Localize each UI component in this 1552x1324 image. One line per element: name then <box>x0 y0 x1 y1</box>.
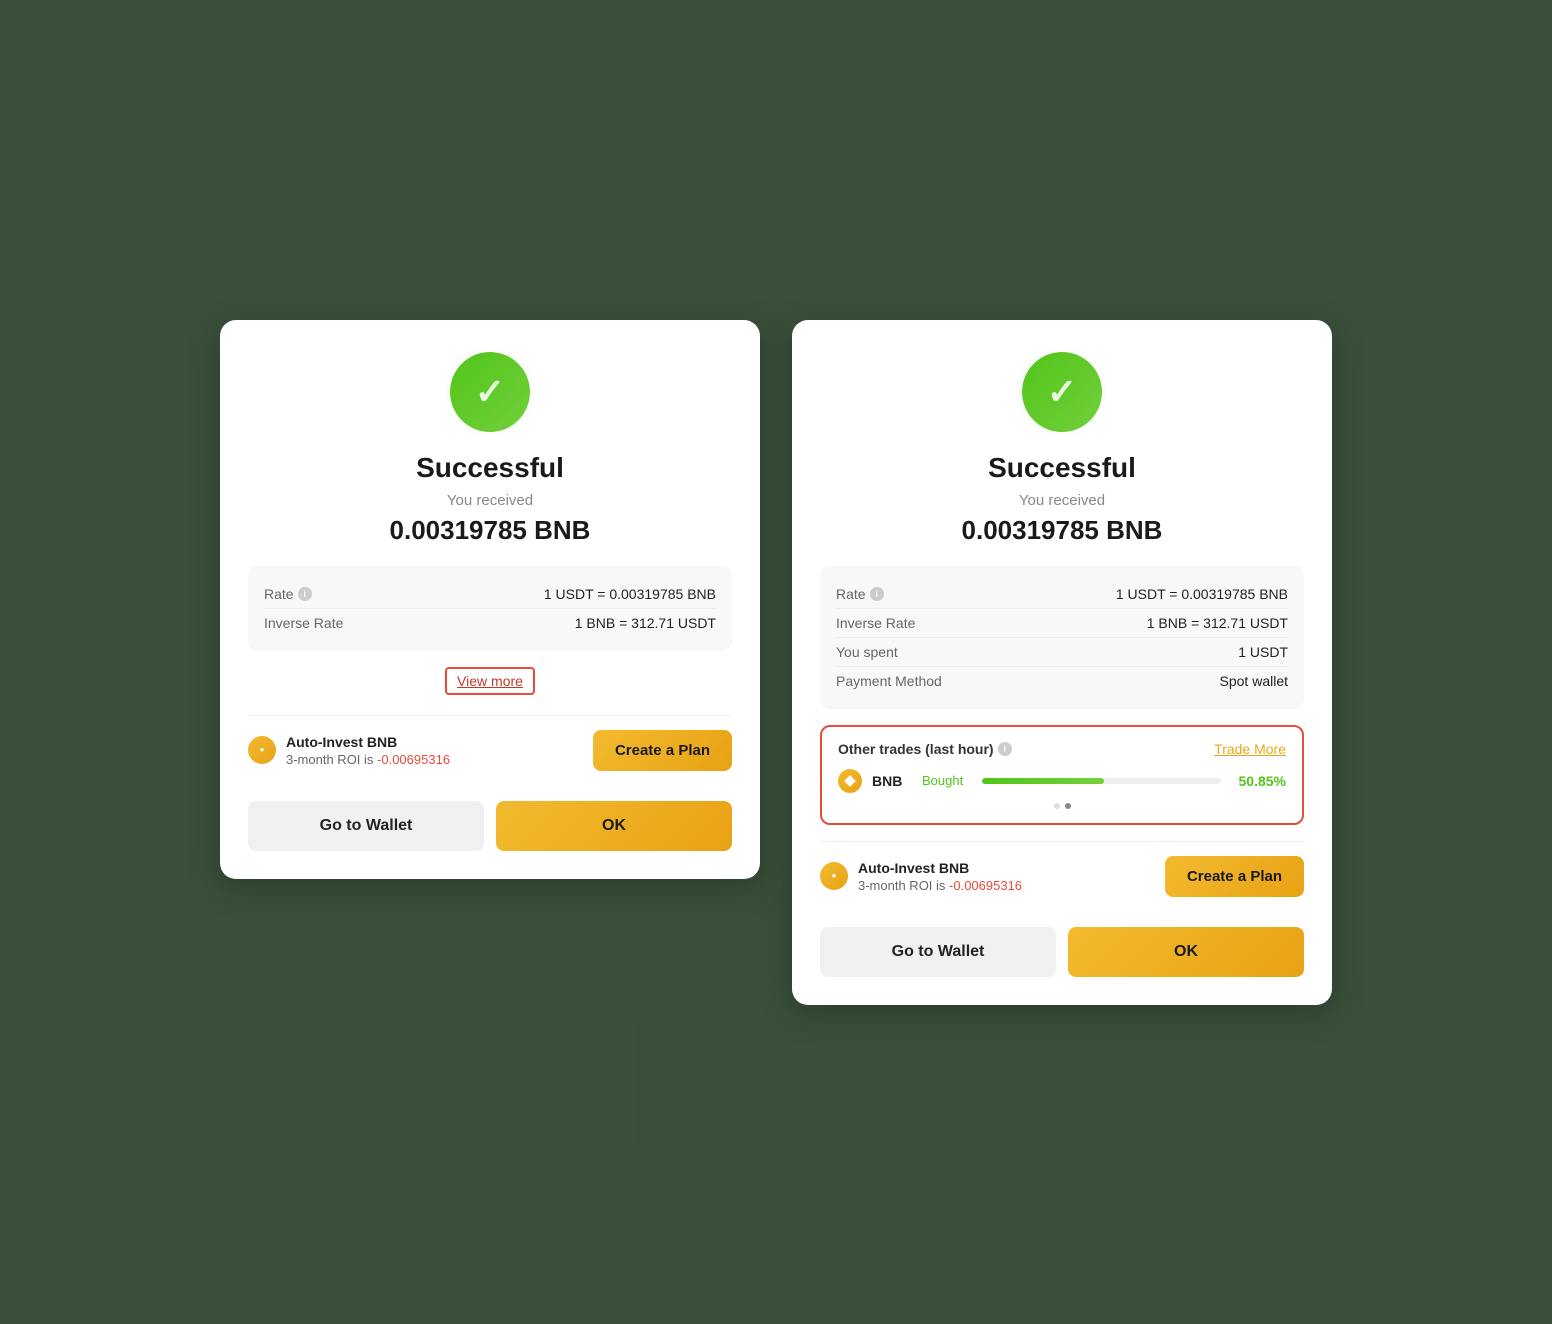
trade-ticker: BNB <box>872 773 912 789</box>
success-icon-wrapper-right: ✓ <box>820 352 1304 432</box>
auto-invest-info-right: ● Auto-Invest BNB 3-month ROI is -0.0069… <box>820 860 1022 893</box>
auto-invest-text-right: Auto-Invest BNB 3-month ROI is -0.006953… <box>858 860 1022 893</box>
inverse-rate-value: 1 BNB = 312.71 USDT <box>575 615 716 631</box>
success-icon-wrapper: ✓ <box>248 352 732 432</box>
create-plan-button-left[interactable]: Create a Plan <box>593 730 732 771</box>
detail-row-rate: Rate i 1 USDT = 0.00319785 BNB <box>264 580 716 608</box>
rate-label: Rate i <box>264 586 312 602</box>
rate-info-icon[interactable]: i <box>298 587 312 601</box>
auto-invest-roi-left: 3-month ROI is -0.00695316 <box>286 752 450 767</box>
auto-invest-coin-left: ● <box>248 736 276 764</box>
trade-status: Bought <box>922 773 972 788</box>
ok-button-right[interactable]: OK <box>1068 927 1304 977</box>
checkmark-icon: ✓ <box>475 371 505 413</box>
dialog-right-auto-invest: ● Auto-Invest BNB 3-month ROI is -0.0069… <box>820 841 1304 911</box>
auto-invest-roi-right: 3-month ROI is -0.00695316 <box>858 878 1022 893</box>
right-rate-info-icon[interactable]: i <box>870 587 884 601</box>
view-more-link[interactable]: View more <box>445 667 535 695</box>
create-plan-button-right[interactable]: Create a Plan <box>1165 856 1304 897</box>
dot-1 <box>1054 803 1060 809</box>
right-rate-value: 1 USDT = 0.00319785 BNB <box>1116 586 1288 602</box>
dialog-right-title: Successful <box>820 452 1304 484</box>
auto-invest-text-left: Auto-Invest BNB 3-month ROI is -0.006953… <box>286 734 450 767</box>
right-detail-row-spent: You spent 1 USDT <box>836 637 1288 666</box>
auto-invest-coin-right: ● <box>820 862 848 890</box>
auto-invest-title-left: Auto-Invest BNB <box>286 734 450 750</box>
right-spent-value: 1 USDT <box>1238 644 1288 660</box>
bnb-coin-icon <box>838 769 862 793</box>
dialog-left-details-table: Rate i 1 USDT = 0.00319785 BNB Inverse R… <box>248 566 732 651</box>
dialog-left-bottom-buttons: Go to Wallet OK <box>248 801 732 851</box>
dialog-right-bottom-buttons: Go to Wallet OK <box>820 927 1304 977</box>
dialog-right-received-label: You received <box>820 492 1304 509</box>
other-trades-label: Other trades (last hour) i <box>838 741 1012 757</box>
right-payment-value: Spot wallet <box>1220 673 1288 689</box>
ok-button-left[interactable]: OK <box>496 801 732 851</box>
right-detail-row-rate: Rate i 1 USDT = 0.00319785 BNB <box>836 580 1288 608</box>
checkmark-icon-right: ✓ <box>1047 371 1077 413</box>
dialog-left-received-amount: 0.00319785 BNB <box>248 515 732 546</box>
detail-row-inverse-rate: Inverse Rate 1 BNB = 312.71 USDT <box>264 608 716 637</box>
right-inverse-value: 1 BNB = 312.71 USDT <box>1147 615 1288 631</box>
right-spent-label: You spent <box>836 644 898 660</box>
other-trades-header: Other trades (last hour) i Trade More <box>838 741 1286 757</box>
trade-percent: 50.85% <box>1231 773 1286 789</box>
dialog-right: ✓ Successful You received 0.00319785 BNB… <box>792 320 1332 1005</box>
dialogs-container: ✓ Successful You received 0.00319785 BNB… <box>220 320 1332 1005</box>
success-circle: ✓ <box>450 352 530 432</box>
trade-more-link[interactable]: Trade More <box>1214 741 1286 757</box>
other-trades-info-icon[interactable]: i <box>998 742 1012 756</box>
trade-row-bnb: BNB Bought 50.85% <box>838 769 1286 793</box>
go-to-wallet-button-left[interactable]: Go to Wallet <box>248 801 484 851</box>
dialog-left-auto-invest: ● Auto-Invest BNB 3-month ROI is -0.0069… <box>248 715 732 785</box>
right-rate-label: Rate i <box>836 586 884 602</box>
go-to-wallet-button-right[interactable]: Go to Wallet <box>820 927 1056 977</box>
dialog-right-details-table: Rate i 1 USDT = 0.00319785 BNB Inverse R… <box>820 566 1304 709</box>
right-payment-label: Payment Method <box>836 673 942 689</box>
auto-invest-title-right: Auto-Invest BNB <box>858 860 1022 876</box>
inverse-rate-label: Inverse Rate <box>264 615 343 631</box>
progress-bar <box>982 778 1221 784</box>
progress-bar-fill <box>982 778 1104 784</box>
dot-2 <box>1065 803 1071 809</box>
right-inverse-label: Inverse Rate <box>836 615 915 631</box>
dialog-left-title: Successful <box>248 452 732 484</box>
rate-value: 1 USDT = 0.00319785 BNB <box>544 586 716 602</box>
dialog-left-received-label: You received <box>248 492 732 509</box>
dialog-left: ✓ Successful You received 0.00319785 BNB… <box>220 320 760 879</box>
right-detail-row-payment: Payment Method Spot wallet <box>836 666 1288 695</box>
right-detail-row-inverse: Inverse Rate 1 BNB = 312.71 USDT <box>836 608 1288 637</box>
dialog-right-received-amount: 0.00319785 BNB <box>820 515 1304 546</box>
view-more-wrapper: View more <box>248 667 732 695</box>
auto-invest-info-left: ● Auto-Invest BNB 3-month ROI is -0.0069… <box>248 734 450 767</box>
dots-indicator <box>838 803 1286 809</box>
other-trades-box: Other trades (last hour) i Trade More BN… <box>820 725 1304 825</box>
success-circle-right: ✓ <box>1022 352 1102 432</box>
